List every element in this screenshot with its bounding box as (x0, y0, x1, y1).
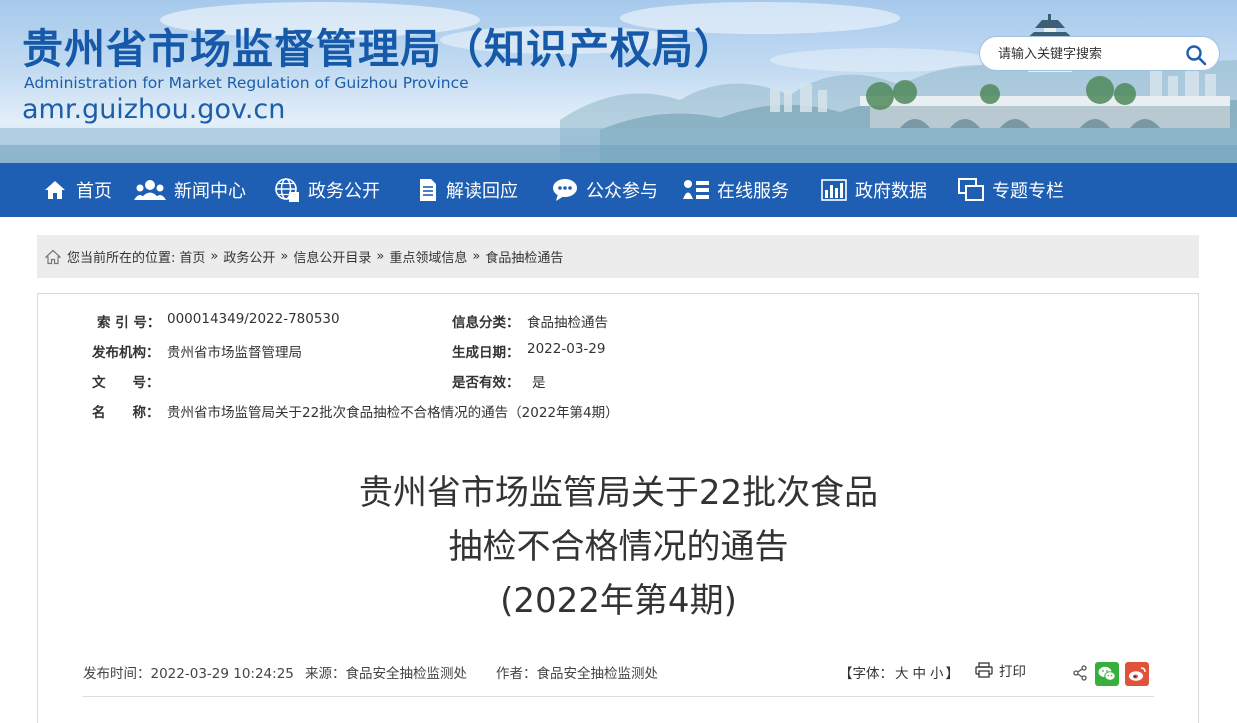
site-english-name: Administration for Market Regulation of … (24, 74, 469, 92)
meta-date-label: 生成日期： (452, 345, 520, 361)
breadcrumb-separator: » (210, 249, 219, 264)
font-size-prefix: 【字体： (839, 666, 893, 682)
nav-label: 政务公开 (308, 181, 380, 202)
nav-item-home[interactable]: 首页 (42, 163, 112, 217)
breadcrumb: 您当前所在的位置: 首页 » 政务公开 » 信息公开目录 » 重点领域信息 » … (37, 235, 1199, 278)
article-title-line: 贵州省市场监管局关于22批次食品 (358, 473, 879, 513)
nav-label: 政府数据 (855, 181, 927, 202)
main-nav: 首页 新闻中心 政务公开 解读回应 公众参与 在线服务 政府数据 专题专栏 (0, 163, 1237, 217)
breadcrumb-prefix: 您当前所在的位置: (67, 251, 176, 266)
chat-icon (552, 177, 578, 203)
article-title-line: 抽检不合格情况的通告 (448, 527, 789, 567)
nav-item-interpretation[interactable]: 解读回应 (418, 163, 518, 217)
nav-item-special-topics[interactable]: 专题专栏 (958, 163, 1064, 217)
search-icon[interactable] (1185, 44, 1207, 66)
document-icon (418, 177, 438, 203)
wechat-share-icon[interactable] (1095, 662, 1119, 686)
nav-item-government-affairs[interactable]: 政务公开 (274, 163, 380, 217)
search-box (979, 36, 1220, 71)
nav-item-government-data[interactable]: 政府数据 (821, 163, 927, 217)
user-list-icon (683, 177, 709, 203)
home-icon (45, 249, 61, 264)
home-icon (42, 177, 68, 203)
meta-name-label: 名 称： (92, 405, 160, 421)
meta-docno-label: 文 号： (92, 375, 160, 391)
meta-category-value: 食品抽检通告 (527, 315, 608, 331)
breadcrumb-separator: » (280, 249, 289, 264)
printer-icon (975, 662, 993, 678)
article-title: 贵州省市场监管局关于22批次食品 抽检不合格情况的通告 (2022年第4期) (0, 466, 1237, 628)
site-title: 贵州省市场监督管理局（知识产权局） (22, 25, 736, 73)
breadcrumb-separator: » (376, 249, 385, 264)
nav-item-online-service[interactable]: 在线服务 (683, 163, 789, 217)
breadcrumb-link-home[interactable]: 首页 (179, 247, 205, 266)
article-author: 作者：食品安全抽检监测处 (496, 666, 658, 682)
meta-category-label: 信息分类： (452, 315, 520, 331)
publish-time: 发布时间：2022-03-29 10:24:25 (83, 666, 294, 682)
people-icon (134, 177, 166, 203)
meta-date-value: 2022-03-29 (527, 341, 606, 357)
site-domain: amr.guizhou.gov.cn (22, 94, 286, 125)
nav-label: 专题专栏 (992, 181, 1064, 202)
header-banner: 贵州省市场监督管理局（知识产权局） Administration for Mar… (0, 0, 1237, 163)
article-title-line: (2022年第4期) (500, 581, 737, 621)
breadcrumb-link-food-inspection[interactable]: 食品抽检通告 (485, 247, 563, 266)
meta-publisher-value: 贵州省市场监督管理局 (167, 345, 302, 361)
meta-valid-label: 是否有效： (452, 375, 520, 391)
globe-icon (274, 177, 300, 203)
windows-icon (958, 177, 984, 203)
meta-index-value: 000014349/2022-780530 (167, 311, 340, 327)
meta-index-label: 索 引 号： (97, 315, 161, 331)
nav-label: 首页 (76, 181, 112, 202)
font-size-small-button[interactable]: 小 (930, 666, 944, 682)
breadcrumb-link-key-areas[interactable]: 重点领域信息 (389, 247, 467, 266)
meta-name-value: 贵州省市场监管局关于22批次食品抽检不合格情况的通告（2022年第4期） (167, 405, 619, 421)
article-source: 来源：食品安全抽检监测处 (305, 666, 467, 682)
divider (83, 696, 1154, 697)
breadcrumb-link-government-affairs[interactable]: 政务公开 (223, 247, 275, 266)
nav-label: 在线服务 (717, 181, 789, 202)
font-size-suffix: 】 (945, 666, 960, 682)
nav-label: 解读回应 (446, 181, 518, 202)
print-label: 打印 (999, 664, 1026, 680)
font-size-control: 【字体：大中小】 (839, 662, 959, 682)
font-size-large-button[interactable]: 大 (895, 666, 909, 682)
nav-item-news[interactable]: 新闻中心 (134, 163, 246, 217)
print-button[interactable]: 打印 (975, 660, 1026, 680)
breadcrumb-link-disclosure-catalog[interactable]: 信息公开目录 (293, 247, 371, 266)
bar-chart-icon (821, 177, 847, 203)
meta-publisher-label: 发布机构： (92, 345, 160, 361)
share-icon[interactable] (1072, 665, 1088, 681)
nav-item-public-participation[interactable]: 公众参与 (552, 163, 658, 217)
nav-label: 公众参与 (586, 181, 658, 202)
weibo-share-icon[interactable] (1125, 662, 1149, 686)
nav-label: 新闻中心 (174, 181, 246, 202)
search-input[interactable] (998, 43, 1178, 65)
breadcrumb-separator: » (472, 249, 481, 264)
font-size-medium-button[interactable]: 中 (913, 666, 927, 682)
meta-valid-value: 是 (532, 375, 546, 391)
